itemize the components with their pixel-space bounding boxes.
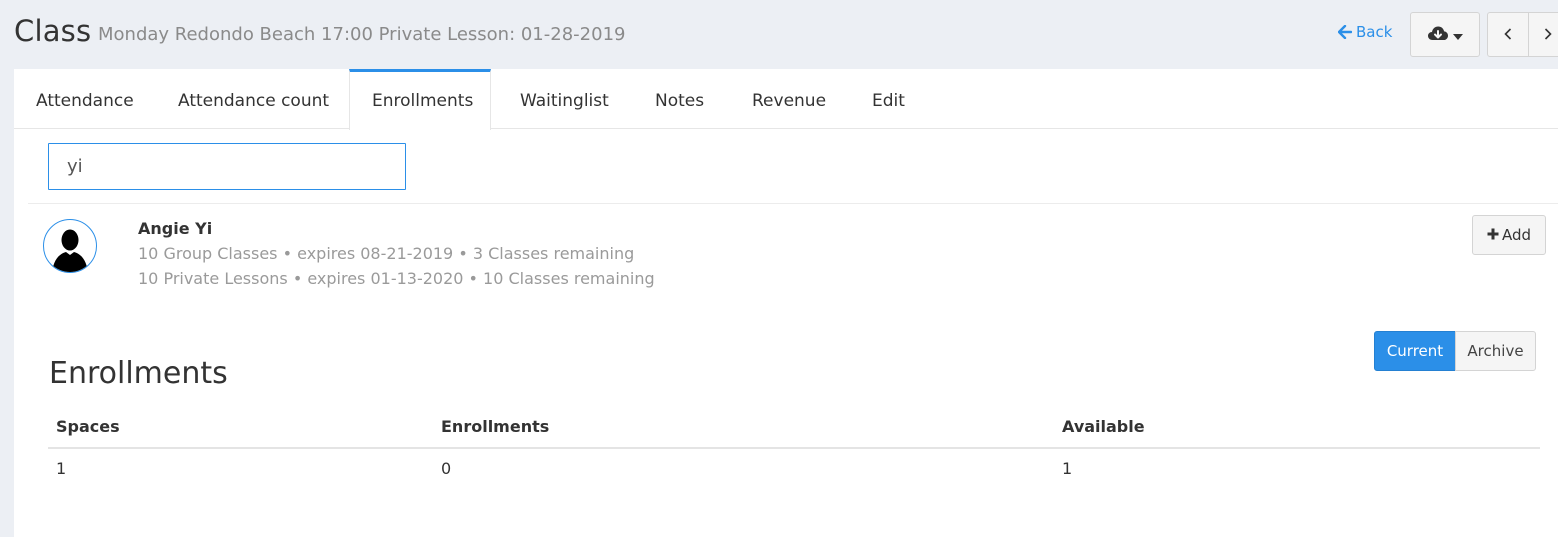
page-header: Class Monday Redondo Beach 17:00 Private… (0, 0, 1558, 68)
add-label: Add (1501, 226, 1532, 244)
tab-bar: Attendance Attendance count Enrollments … (14, 69, 1558, 130)
current-toggle-button[interactable]: Current (1374, 331, 1456, 371)
tab-enrollments[interactable]: Enrollments (349, 69, 491, 130)
chevron-right-icon (1544, 25, 1552, 44)
search-divider (28, 203, 1558, 204)
student-name: Angie Yi (138, 219, 213, 238)
previous-button[interactable] (1487, 12, 1529, 57)
table-cell-available: 1 (1062, 459, 1073, 478)
page-title: Class (14, 14, 92, 48)
next-button[interactable] (1528, 12, 1558, 57)
add-enrollment-button[interactable]: Add (1472, 215, 1546, 255)
table-header-divider (48, 447, 1540, 449)
student-search-input[interactable] (48, 143, 406, 190)
column-header-spaces: Spaces (56, 417, 120, 436)
section-title: Enrollments (49, 356, 228, 391)
back-link[interactable]: Back (1338, 23, 1392, 41)
user-silhouette-icon (43, 219, 97, 273)
back-label: Back (1356, 23, 1393, 41)
archive-toggle-button[interactable]: Archive (1455, 331, 1536, 371)
table-cell-enrollments: 0 (441, 459, 452, 478)
main-panel: Attendance Attendance count Enrollments … (14, 69, 1558, 537)
arrow-left-icon (1338, 25, 1352, 39)
chevron-left-icon (1504, 25, 1512, 44)
column-header-enrollments: Enrollments (441, 417, 550, 436)
package-info: 10 Private Lessons • expires 01-13-2020 … (138, 269, 655, 288)
tab-revenue[interactable]: Revenue (730, 69, 848, 129)
page-subtitle: Monday Redondo Beach 17:00 Private Lesso… (98, 24, 626, 45)
tab-attendance[interactable]: Attendance (14, 69, 156, 129)
caret-down-icon (1453, 25, 1463, 44)
table-cell-spaces: 1 (56, 459, 67, 478)
tab-edit[interactable]: Edit (850, 69, 927, 129)
plus-icon (1487, 226, 1499, 244)
tab-notes[interactable]: Notes (633, 69, 726, 129)
cloud-download-icon (1427, 25, 1449, 45)
column-header-available: Available (1062, 417, 1145, 436)
tab-waitinglist[interactable]: Waitinglist (498, 69, 631, 129)
package-info: 10 Group Classes • expires 08-21-2019 • … (138, 244, 635, 263)
tab-attendance-count[interactable]: Attendance count (156, 69, 351, 129)
download-dropdown-button[interactable] (1410, 12, 1480, 57)
